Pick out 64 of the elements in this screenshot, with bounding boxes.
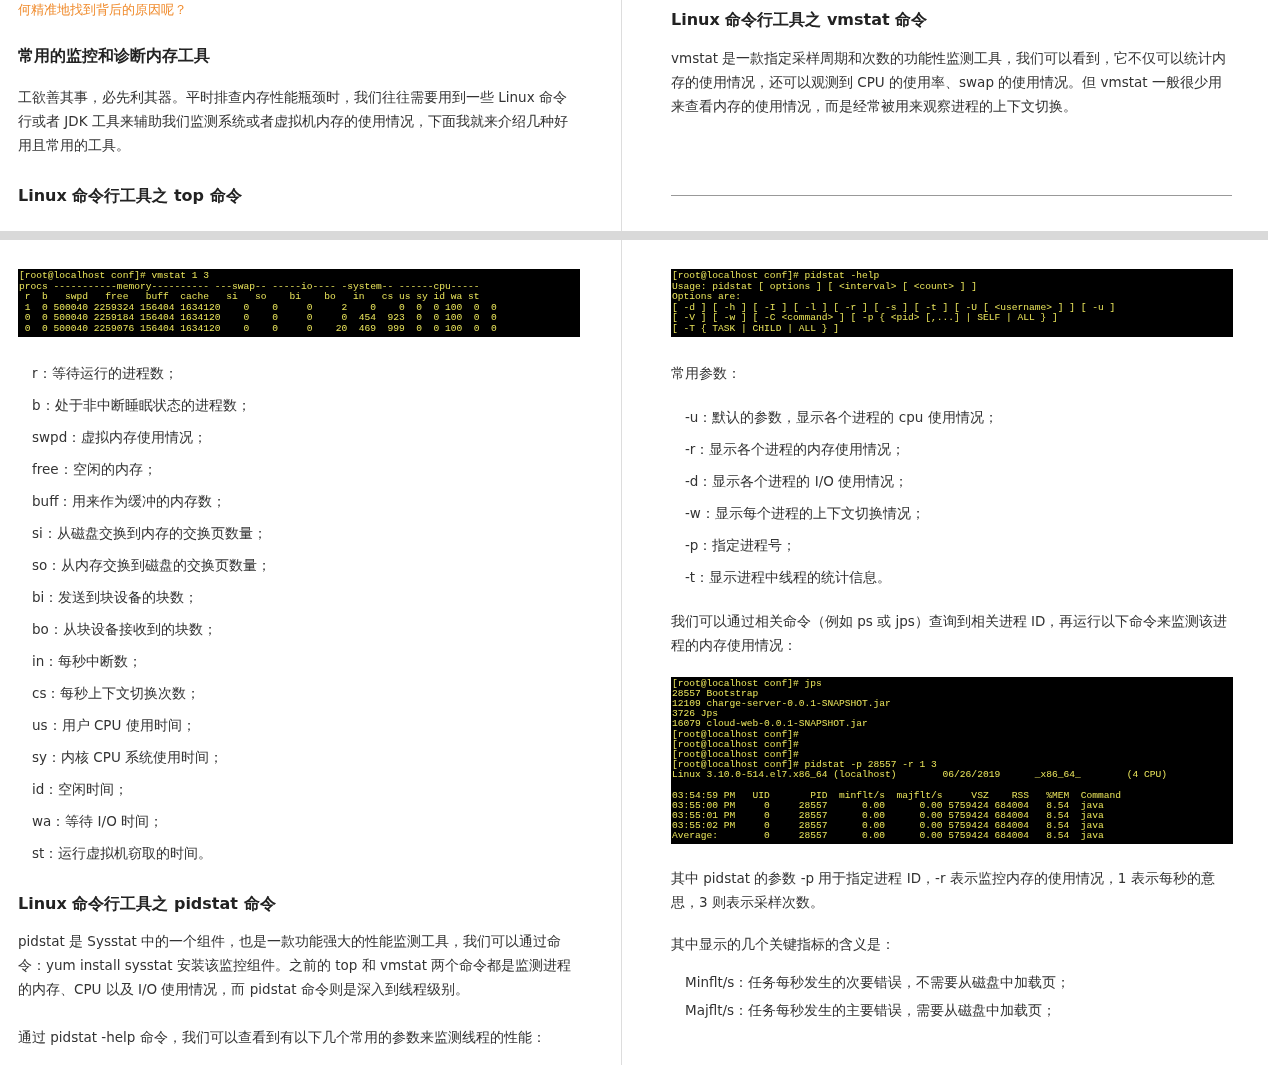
metric-description: Majflt/s：任务每秒发生的主要错误，需要从磁盘中加载页； [684, 1000, 1058, 1020]
option-description: -p：指定进程号； [684, 535, 798, 555]
terminal-line: 03:55:00 PM 0 28557 0.00 0.00 5759424 684004 8.54 java [672, 800, 1105, 811]
field-description: sy：内核 CPU 系统使用时间； [31, 747, 225, 767]
terminal-line: 16079 cloud-web-0.0.1-SNAPSHOT.jar [672, 719, 869, 730]
option-description: -u：默认的参数，显示各个进程的 cpu 使用情况； [684, 407, 999, 427]
paragraph: 我们可以通过相关命令（例如 ps 或 jps）查询到相关进程 ID，再运行以下命令来监测该进程的内存使用情况： [671, 611, 1229, 655]
field-description: b：处于非中断睡眠状态的进程数； [31, 395, 252, 415]
terminal-line: 0 0 500040 2259076 156404 1634120 0 0 0 20 469 999 0 0 100 0 0 [23, 323, 498, 335]
field-description: r：等待运行的进程数； [31, 363, 179, 383]
terminal-line: Options are: [672, 292, 743, 303]
field-description: bi：发送到块设备的块数； [31, 587, 200, 607]
terminal-line: [ -d ] [ -h ] [ -I ] [ -l ] [ -r ] [ -s ] [ -t ] [ -U [ <username> ] ] [ -u ] [672, 302, 1117, 313]
field-description: wa：等待 I/O 时间； [31, 811, 165, 831]
paragraph: vmstat 是一款指定采样周期和次数的功能性监测工具，我们可以看到，它不仅可以统计内存的使用情况，还可以观测到 CPU 的使用率、swap 的使用情况。但 vmstat 一般很少用来查看内存的使用情况，而是经常被用来观察进程的上下文切换。 [671, 49, 1228, 116]
field-description: id：空闲时间； [31, 779, 130, 799]
terminal-line: [root@localhost conf]# vmstat 1 3 [19, 271, 210, 282]
field-description: cs：每秒上下文切换次数； [31, 683, 202, 703]
terminal-line: 0 0 500040 2259184 156404 1634120 0 0 0 0 454 923 0 0 100 0 0 [23, 313, 498, 324]
terminal-line: Average: 0 28557 0.00 0.00 5759424 684004 8.54 java [672, 831, 1105, 842]
option-description: -d：显示各个进程的 I/O 使用情况； [684, 471, 910, 491]
terminal-line: 28557 Bootstrap [672, 688, 760, 699]
option-description: -w：显示每个进程的上下文切换情况； [684, 503, 926, 523]
terminal-line: 1 0 500040 2259324 156404 1634120 0 0 0 2 0 0 0 0 100 0 0 [23, 302, 498, 314]
terminal-line: Linux 3.10.0-514.el7.x86_64 (localhost) 06/26/2019 _x86_64_ (4 CPU) [672, 770, 1169, 781]
metrics-label: 其中显示的几个关键指标的含义是： [671, 934, 896, 954]
paragraph: 通过 pidstat -help 命令，我们可以查看到有以下几个常用的参数来监测线程的性能： [18, 1027, 547, 1047]
terminal-line: 3726 Jps [672, 709, 719, 720]
paragraph: pidstat 是 Sysstat 中的一个组件，也是一款功能强大的性能监测工具，我们可以通过命令：yum install sysstat 安装该监控组件。之前的 top 和 vmstat 两个命令都是监测进程的内存、CPU 以及 I/O 使用情况，而 pidstat 命令则是深入到线程级别。 [18, 931, 573, 999]
field-description: so：从内存交换到磁盘的交换页数量； [31, 555, 273, 575]
terminal-line: 03:54:59 PM UID PID minflt/s majflt/s VSZ RSS %MEM Command [672, 790, 1123, 801]
terminal-line: [root@localhost conf]# jps [672, 678, 823, 689]
paragraph: 其中 pidstat 的参数 -p 用于指定进程 ID，-r 表示监控内存的使用情况，1 表示每秒的意思，3 则表示采样次数。 [671, 868, 1216, 912]
field-description: si：从磁盘交换到内存的交换页数量； [31, 523, 268, 543]
field-description: buff：用来作为缓冲的内存数； [31, 491, 228, 511]
option-description: -t：显示进程中线程的统计信息。 [684, 567, 893, 587]
terminal-line: [root@localhost conf]# pidstat -p 28557 -r 1 3 [672, 760, 938, 771]
field-description: us：用户 CPU 使用时间； [31, 715, 197, 735]
terminal-line: r b swpd free buff cache si so bi bo in cs us sy id wa st [23, 292, 481, 303]
terminal-line: procs -----------memory---------- ---swap-- -----io---- -system-- ------cpu----- [19, 281, 481, 292]
field-description: st：运行虚拟机窃取的时间。 [31, 843, 214, 863]
field-description: in：每秒中断数； [31, 651, 144, 671]
params-label: 常用参数： [671, 363, 742, 383]
terminal-line: 03:55:02 PM 0 28557 0.00 0.00 5759424 684004 8.54 java [672, 821, 1105, 832]
terminal-line: 12109 charge-server-0.0.1-SNAPSHOT.jar [672, 698, 892, 710]
terminal-line: [ -T { TASK | CHILD | ALL } ] [672, 323, 840, 335]
metric-description: Minflt/s：任务每秒发生的次要错误，不需要从磁盘中加载页； [684, 972, 1072, 992]
section-heading: Linux 命令行工具之 top 命令 [18, 185, 243, 207]
paragraph: 工欲善其事，必先利其器。平时排查内存性能瓶颈时，我们往往需要用到一些 Linux 命令行或者 JDK 工具来辅助我们监测系统或者虚拟机内存的使用情况，下面我就来介绍几种好用且常用的工具。 [18, 88, 569, 155]
field-description: bo：从块设备接收到的块数； [31, 619, 218, 639]
terminal-line: 03:55:01 PM 0 28557 0.00 0.00 5759424 684004 8.54 java [672, 811, 1105, 821]
section-heading: Linux 命令行工具之 vmstat 命令 [671, 9, 929, 31]
option-description: -r：显示各个进程的内存使用情况； [684, 439, 907, 459]
lead-in-text: 何精准地找到背后的原因呢？ [18, 1, 188, 19]
terminal-line: [root@localhost conf]# [672, 739, 800, 750]
field-description: swpd：虚拟内存使用情况； [31, 427, 209, 447]
section-heading: 常用的监控和诊断内存工具 [18, 45, 211, 67]
terminal-line: [ -V ] [ -w ] [ -C <command> ] [ -p { <pid> [,...] | SELF | ALL } ] [672, 313, 1059, 324]
terminal-line: Usage: pidstat [ options ] [ <interval> [ <count> ] ] [672, 281, 979, 292]
section-heading: Linux 命令行工具之 pidstat 命令 [18, 892, 277, 915]
terminal-line: [root@localhost conf]# pidstat -help [672, 271, 881, 282]
field-description: free：空闲的内存； [31, 459, 158, 479]
terminal-line: [root@localhost conf]# [672, 729, 800, 740]
terminal-line: [root@localhost conf]# [672, 750, 800, 760]
